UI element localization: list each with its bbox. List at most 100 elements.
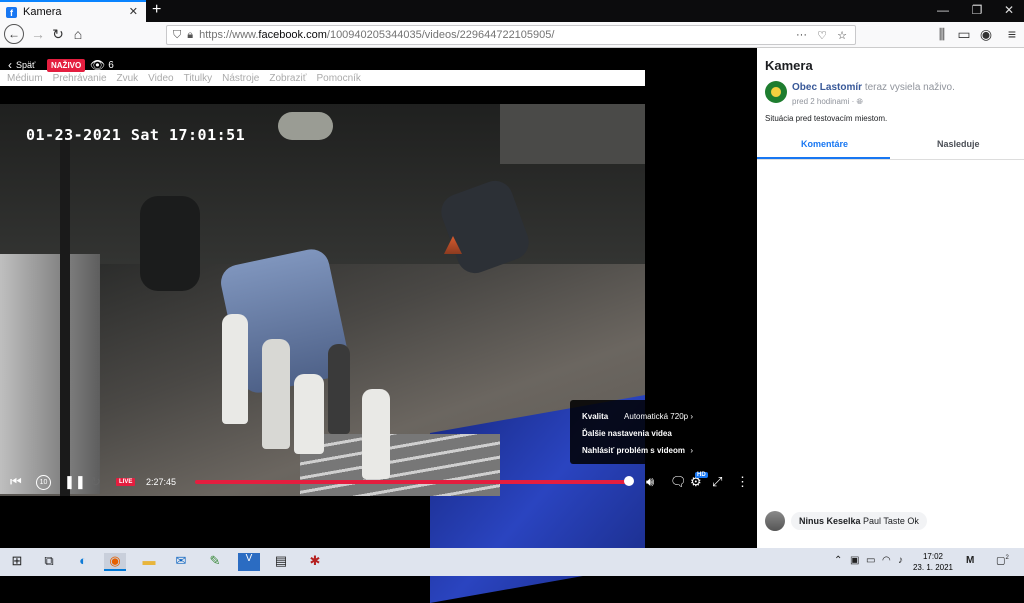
wifi-icon[interactable]: ◠: [882, 555, 891, 566]
notification-icon[interactable]: ▢2: [996, 555, 1009, 566]
menu-item-view[interactable]: Zobraziť: [269, 73, 306, 84]
page-avatar[interactable]: [765, 81, 787, 103]
lock-icon[interactable]: 🔒︎: [187, 29, 193, 42]
parked-car-left: [140, 196, 200, 291]
viewer-count: 👁︎ 6: [90, 58, 114, 72]
active-tab-indicator: [757, 157, 890, 159]
commenter-name[interactable]: Ninus Keselka: [799, 516, 861, 526]
player-menu-bar: Médium Prehrávanie Zvuk Video Titulky Ná…: [0, 70, 645, 86]
minimize-window-icon[interactable]: —: [928, 3, 958, 17]
person-in-protective-suit: [222, 314, 248, 424]
parked-car-far: [278, 112, 333, 140]
url-path: /100940205344035/videos/229644722105905/: [326, 29, 555, 41]
elapsed-time: 2:27:45: [146, 477, 177, 487]
app-icon[interactable]: ✎: [204, 553, 226, 571]
author-name[interactable]: Obec Lastomír: [792, 82, 862, 93]
url-bar[interactable]: ⛉ 🔒︎ https://www. facebook.com/1009402053…: [166, 25, 856, 45]
menu-item-video[interactable]: Video: [148, 73, 173, 84]
menu-item-medium[interactable]: Médium: [7, 73, 43, 84]
account-icon[interactable]: ◉: [976, 26, 996, 43]
pause-icon[interactable]: ❚❚: [64, 474, 86, 490]
post-description: Situácia pred testovacím miestom.: [765, 114, 888, 123]
video-settings-menu: Kvalita Automatická 720p › Ďalšie nastav…: [570, 400, 705, 464]
quality-value[interactable]: Automatická 720p ›: [624, 412, 693, 421]
tab-following[interactable]: Nasleduje: [937, 139, 980, 149]
notes-icon[interactable]: ▤: [270, 553, 292, 571]
person-in-protective-suit: [262, 339, 290, 449]
progress-bar[interactable]: [195, 480, 632, 484]
clock-date: 23. 1. 2021: [912, 563, 954, 572]
hd-badge: HD: [695, 472, 708, 478]
firefox-icon[interactable]: ◉: [104, 553, 126, 571]
volume-icon[interactable]: 🔊︎: [646, 474, 654, 490]
menu-item-audio[interactable]: Zvuk: [117, 73, 139, 84]
video-sidebar: Kamera Obec Lastomír teraz vysiela naživ…: [757, 48, 1024, 548]
bookmark-star-icon[interactable]: ☆: [837, 29, 847, 42]
pocket-icon[interactable]: ♡: [817, 29, 827, 42]
page-actions-icon[interactable]: ···: [796, 29, 807, 41]
back-arrow-icon[interactable]: ←: [4, 24, 24, 44]
menu-item-tools[interactable]: Nástroje: [222, 73, 259, 84]
forward-10-icon[interactable]: ↻: [90, 474, 101, 490]
more-options-icon[interactable]: ⋮: [736, 474, 749, 490]
live-indicator[interactable]: LIVE: [116, 478, 136, 486]
chevron-left-icon: ‹: [8, 58, 12, 72]
post-meta: pred 2 hodinami · 🌐︎: [792, 97, 863, 107]
person-dark-clothes: [328, 344, 350, 434]
file-explorer-icon[interactable]: ▬: [138, 553, 160, 571]
windows-start-icon[interactable]: ⊞: [6, 553, 28, 571]
report-problem-item[interactable]: Nahlásiť problém s videom: [582, 446, 685, 455]
facebook-favicon-icon: f: [6, 6, 17, 18]
post-time[interactable]: pred 2 hodinami: [792, 97, 849, 106]
url-prefix: https://www.: [199, 29, 259, 41]
eye-icon: 👁︎: [90, 58, 106, 72]
sidebar-tabs: Komentáre Nasleduje: [757, 132, 1024, 160]
commenter-avatar[interactable]: [765, 511, 785, 531]
quality-label[interactable]: Kvalita: [582, 412, 608, 421]
tray-app-icon[interactable]: ▣: [850, 555, 859, 566]
globe-icon: 🌐︎: [856, 97, 863, 106]
mail-icon[interactable]: ✉: [170, 553, 192, 571]
chevron-up-icon[interactable]: ⌃: [834, 555, 842, 566]
vs-app-icon[interactable]: V: [238, 553, 260, 571]
more-settings-item[interactable]: Ďalšie nastavenia videa: [582, 429, 672, 438]
reload-icon[interactable]: ↻: [48, 26, 68, 43]
tray-m-icon[interactable]: M: [966, 555, 974, 566]
back-button[interactable]: ‹ Späť: [8, 58, 35, 72]
fullscreen-icon[interactable]: ⤢: [712, 474, 722, 490]
person-in-protective-suit: [362, 389, 390, 479]
close-window-icon[interactable]: ✕: [994, 3, 1024, 17]
library-icon[interactable]: ⫼: [932, 26, 952, 43]
sidebar-icon[interactable]: ▭: [954, 26, 974, 43]
task-view-icon[interactable]: ⧉: [38, 553, 60, 571]
shield-icon[interactable]: ⛉: [173, 29, 181, 42]
menu-item-subtitles[interactable]: Titulky: [184, 73, 213, 84]
menu-item-playback[interactable]: Prehrávanie: [53, 73, 107, 84]
viewer-count-value: 6: [108, 59, 114, 71]
close-tab-icon[interactable]: ✕: [129, 5, 138, 18]
browser-tab-bar: f Kamera ✕ + — ❐ ✕: [0, 0, 1024, 22]
edge-icon[interactable]: ◐: [72, 553, 94, 571]
hamburger-menu-icon[interactable]: ≡: [1002, 26, 1022, 42]
skip-back-icon[interactable]: ⏮: [10, 474, 22, 490]
progress-knob[interactable]: [624, 476, 634, 486]
comment-icon[interactable]: 🗨︎: [670, 474, 687, 490]
battery-icon[interactable]: ▭: [866, 555, 875, 566]
player-controls: ⏮ 10 ❚❚ ↻ LIVE 2:27:45 🔊︎ 🗨︎ ⚙ HD ⤢ ⋮: [0, 470, 757, 494]
author-action: teraz vysiela naživo.: [864, 82, 955, 93]
speaker-icon[interactable]: ♪: [898, 555, 903, 566]
taskbar-clock[interactable]: 17:02 23. 1. 2021: [908, 551, 958, 573]
new-tab-button[interactable]: +: [152, 1, 161, 19]
browser-tab[interactable]: f Kamera ✕: [0, 0, 146, 22]
tab-comments[interactable]: Komentáre: [801, 139, 848, 149]
app-red-icon[interactable]: ✱: [304, 553, 326, 571]
live-badge: NAŽIVO: [47, 59, 86, 72]
home-icon[interactable]: ⌂: [68, 26, 88, 42]
menu-item-help[interactable]: Pomocník: [316, 73, 360, 84]
restore-window-icon[interactable]: ❐: [962, 3, 992, 17]
rewind-10-icon[interactable]: 10: [36, 475, 51, 490]
forward-arrow-icon[interactable]: →: [28, 26, 48, 42]
snow-bank: [0, 254, 100, 494]
person-in-protective-suit: [294, 374, 324, 454]
clock-time: 17:02: [922, 552, 944, 561]
